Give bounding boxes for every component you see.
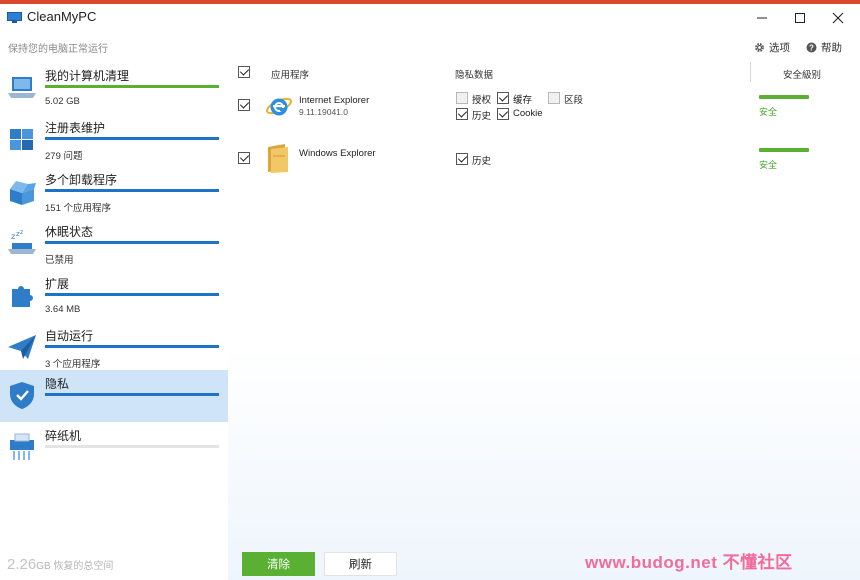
column-header-safety: 安全級别 bbox=[783, 70, 822, 81]
progress-bar bbox=[45, 137, 219, 140]
puzzle-icon bbox=[12, 286, 33, 307]
sidebar-item-hibernation[interactable]: z z z 休眠状态 已禁用 bbox=[0, 218, 228, 270]
sidebar-item-label: 注册表维护 bbox=[45, 121, 106, 135]
paper-plane-icon bbox=[8, 335, 36, 359]
sidebar-item-label: 自动运行 bbox=[45, 329, 94, 343]
internet-explorer-icon bbox=[266, 97, 292, 116]
option-checkbox-history[interactable] bbox=[456, 108, 468, 120]
title-bar: CleanMyPC bbox=[0, 4, 860, 32]
safety-level-label: 安全 bbox=[759, 107, 778, 117]
options-button[interactable]: 选项 bbox=[754, 40, 790, 55]
help-label: 帮助 bbox=[821, 42, 842, 54]
svg-text:?: ? bbox=[809, 43, 814, 52]
watermark-text: www.budog.net 不懂社区 bbox=[585, 553, 793, 572]
sidebar-item-label: 我的计算机清理 bbox=[45, 69, 130, 83]
option-checkbox-auth[interactable] bbox=[456, 92, 468, 104]
safety-level-label: 安全 bbox=[759, 160, 778, 170]
sidebar-item-value: 3 个应用程序 bbox=[45, 359, 101, 370]
sidebar-item-value: 3.64 MB bbox=[45, 304, 81, 315]
sidebar-item-value: 5.02 GB bbox=[45, 96, 80, 107]
option-label-auth: 授权 bbox=[472, 95, 492, 106]
total-recovered: 2.26GB 恢复的总空间 bbox=[7, 556, 113, 573]
sidebar-item-value: 279 问题 bbox=[45, 151, 83, 162]
shredder-icon bbox=[10, 433, 34, 460]
help-icon: ? bbox=[806, 42, 817, 53]
app-subtitle: 保持您的电脑正常运行 bbox=[8, 44, 108, 55]
sleep-laptop-icon: z z z bbox=[8, 229, 36, 254]
progress-bar bbox=[45, 345, 219, 348]
progress-bar bbox=[45, 85, 219, 88]
option-label-history: 历史 bbox=[472, 111, 492, 122]
option-label-history: 历史 bbox=[472, 156, 492, 167]
sidebar-item-label: 多个卸载程序 bbox=[45, 173, 118, 187]
registry-cubes-icon bbox=[10, 129, 33, 150]
close-icon bbox=[832, 12, 844, 24]
folder-icon bbox=[268, 144, 288, 173]
sidebar-item-extensions[interactable]: 扩展 3.64 MB bbox=[0, 270, 228, 322]
sidebar-item-privacy[interactable]: 隐私 bbox=[0, 370, 228, 422]
safety-level-bar bbox=[759, 95, 809, 99]
svg-text:z: z bbox=[11, 232, 15, 241]
total-recovered-value: 2.26 bbox=[7, 556, 37, 573]
help-button[interactable]: ? 帮助 bbox=[806, 40, 842, 55]
option-label-cache: 缓存 bbox=[513, 95, 533, 106]
sidebar-item-my-computer-cleanup[interactable]: 我的计算机清理 5.02 GB bbox=[0, 62, 228, 114]
app-title: CleanMyPC bbox=[27, 9, 97, 24]
sidebar-item-label: 休眠状态 bbox=[45, 225, 94, 239]
app-monitor-icon bbox=[7, 12, 22, 23]
column-divider bbox=[750, 62, 751, 82]
sidebar-item-multi-uninstaller[interactable]: 多个卸载程序 151 个应用程序 bbox=[0, 166, 228, 218]
progress-bar bbox=[45, 241, 219, 244]
sidebar-item-autorun[interactable]: 自动运行 3 个应用程序 bbox=[0, 322, 228, 374]
row-checkbox-internet-explorer[interactable] bbox=[238, 99, 250, 111]
sidebar-item-label: 隐私 bbox=[45, 377, 70, 391]
app-name: Internet Explorer bbox=[299, 95, 370, 106]
shield-icon bbox=[10, 382, 34, 409]
main-panel: 应用程序 隐私数据 安全級别 Internet Explorer 9.11.19… bbox=[228, 62, 860, 580]
sidebar-item-shredder[interactable]: 碎纸机 bbox=[0, 422, 228, 474]
sidebar-item-value: 151 个应用程序 bbox=[45, 203, 111, 214]
progress-bar bbox=[45, 445, 219, 448]
safety-level-bar bbox=[759, 148, 809, 152]
progress-bar bbox=[45, 393, 219, 396]
sidebar-item-label: 碎纸机 bbox=[45, 429, 82, 443]
option-checkbox-cookie[interactable] bbox=[497, 108, 509, 120]
table-header: 应用程序 隐私数据 安全級别 bbox=[228, 62, 860, 82]
total-recovered-label: 恢复的总空间 bbox=[53, 561, 114, 572]
progress-bar bbox=[45, 189, 219, 192]
option-checkbox-session[interactable] bbox=[548, 92, 560, 104]
sidebar-item-label: 扩展 bbox=[45, 277, 70, 291]
option-label-cookie: Cookie bbox=[513, 108, 543, 119]
maximize-icon bbox=[795, 13, 805, 23]
option-label-session: 区段 bbox=[564, 95, 584, 106]
option-checkbox-history[interactable] bbox=[456, 153, 468, 165]
sidebar: 我的计算机清理 5.02 GB 注册表维护 279 问题 多个卸载程序 151 … bbox=[0, 62, 228, 580]
svg-text:z: z bbox=[20, 229, 23, 236]
clean-button[interactable]: 清除 bbox=[242, 552, 315, 576]
app-name: Windows Explorer bbox=[299, 148, 376, 159]
laptop-icon bbox=[8, 77, 36, 98]
options-label: 选项 bbox=[769, 42, 790, 54]
close-button[interactable] bbox=[816, 4, 860, 32]
minimize-icon bbox=[757, 17, 767, 19]
row-checkbox-windows-explorer[interactable] bbox=[238, 152, 250, 164]
refresh-button[interactable]: 刷新 bbox=[324, 552, 397, 576]
select-all-checkbox[interactable] bbox=[238, 66, 250, 78]
option-checkbox-cache[interactable] bbox=[497, 92, 509, 104]
open-box-icon bbox=[10, 181, 36, 205]
total-recovered-unit: GB bbox=[36, 561, 51, 572]
sidebar-item-registry-maintenance[interactable]: 注册表维护 279 问题 bbox=[0, 114, 228, 166]
sidebar-item-value: 已禁用 bbox=[45, 255, 74, 266]
progress-bar bbox=[45, 293, 219, 296]
app-version: 9.11.19041.0 bbox=[299, 107, 348, 117]
gear-icon bbox=[755, 43, 764, 52]
column-header-privacy: 隐私数据 bbox=[455, 70, 494, 81]
column-header-app: 应用程序 bbox=[271, 70, 310, 81]
